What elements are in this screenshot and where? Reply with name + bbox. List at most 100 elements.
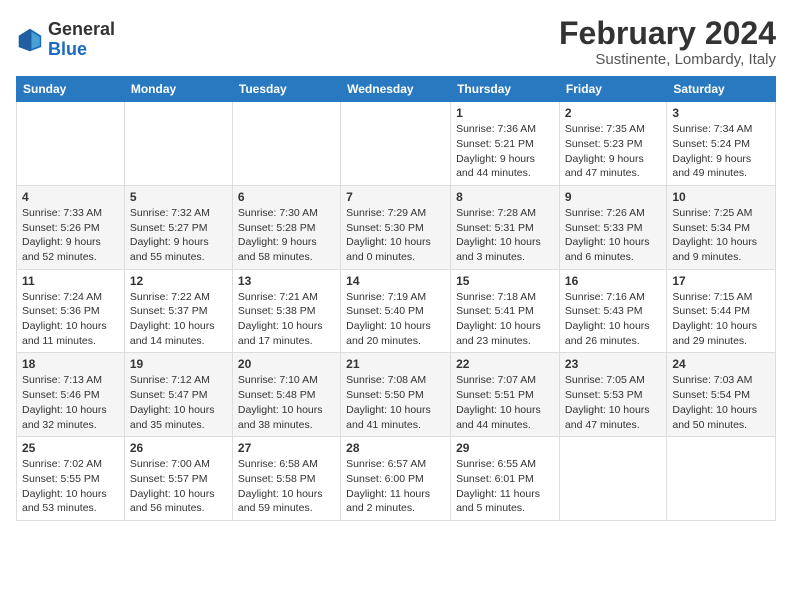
calendar-cell: 2Sunrise: 7:35 AMSunset: 5:23 PMDaylight… [559, 102, 666, 186]
calendar-cell: 12Sunrise: 7:22 AMSunset: 5:37 PMDayligh… [124, 269, 232, 353]
calendar-cell: 22 Sunrise: 7:07 AMSunset: 5:51 PMDayligh… [451, 353, 560, 437]
week-row-3: 11 Sunrise: 7:24 AMSunset: 5:36 PMDayligh… [17, 269, 776, 353]
day-number: 23 [565, 357, 661, 371]
day-number: 7 [346, 190, 445, 204]
day-number: 10 [672, 190, 770, 204]
day-info: Sunrise: 7:30 AMSunset: 5:28 PMDaylight:… [238, 206, 335, 265]
calendar-cell: 14 Sunrise: 7:19 AMSunset: 5:40 PMDayligh… [341, 269, 451, 353]
calendar-cell: 9Sunrise: 7:26 AMSunset: 5:33 PMDaylight… [559, 185, 666, 269]
week-row-5: 25 Sunrise: 7:02 AMSunset: 5:55 PMDayligh… [17, 437, 776, 521]
col-header-saturday: Saturday [667, 77, 776, 102]
day-info: Sunrise: 7:28 AMSunset: 5:31 PMDaylight:… [456, 206, 554, 265]
week-row-4: 18Sunrise: 7:13 AMSunset: 5:46 PMDayligh… [17, 353, 776, 437]
day-number: 29 [456, 441, 554, 455]
col-header-monday: Monday [124, 77, 232, 102]
day-info: Sunrise: 7:25 AMSunset: 5:34 PMDaylight:… [672, 206, 770, 265]
day-number: 15 [456, 274, 554, 288]
day-info: Sunrise: 7:00 AMSunset: 5:57 PMDaylight:… [130, 457, 227, 516]
day-info: Sunrise: 7:16 AMSunset: 5:43 PMDaylight:… [565, 290, 661, 349]
calendar-cell [124, 102, 232, 186]
day-number: 1 [456, 106, 554, 120]
day-info: Sunrise: 7:32 AMSunset: 5:27 PMDaylight:… [130, 206, 227, 265]
day-number: 27 [238, 441, 335, 455]
day-info: Sunrise: 7:35 AMSunset: 5:23 PMDaylight:… [565, 122, 661, 181]
calendar-cell: 13 Sunrise: 7:21 AMSunset: 5:38 PMDayligh… [232, 269, 340, 353]
day-info: Sunrise: 6:58 AMSunset: 5:58 PMDaylight:… [238, 457, 335, 516]
calendar-cell [667, 437, 776, 521]
day-number: 17 [672, 274, 770, 288]
day-info: Sunrise: 7:15 AMSunset: 5:44 PMDaylight:… [672, 290, 770, 349]
week-row-1: 1 Sunrise: 7:36 AMSunset: 5:21 PMDaylight… [17, 102, 776, 186]
day-number: 24 [672, 357, 770, 371]
calendar-table: SundayMondayTuesdayWednesdayThursdayFrid… [16, 76, 776, 521]
logo-text: General Blue [48, 20, 115, 60]
day-number: 26 [130, 441, 227, 455]
calendar-cell [232, 102, 340, 186]
calendar-cell: 15 Sunrise: 7:18 AMSunset: 5:41 PMDayligh… [451, 269, 560, 353]
calendar-cell: 27 Sunrise: 6:58 AMSunset: 5:58 PMDayligh… [232, 437, 340, 521]
calendar-cell [17, 102, 125, 186]
col-header-tuesday: Tuesday [232, 77, 340, 102]
day-info: Sunrise: 7:12 AMSunset: 5:47 PMDaylight:… [130, 373, 227, 432]
day-number: 5 [130, 190, 227, 204]
day-info: Sunrise: 7:26 AMSunset: 5:33 PMDaylight:… [565, 206, 661, 265]
col-header-thursday: Thursday [451, 77, 560, 102]
logo: General Blue [16, 20, 115, 60]
calendar-cell [559, 437, 666, 521]
day-info: Sunrise: 7:34 AMSunset: 5:24 PMDaylight:… [672, 122, 770, 181]
col-header-sunday: Sunday [17, 77, 125, 102]
calendar-cell: 1 Sunrise: 7:36 AMSunset: 5:21 PMDaylight… [451, 102, 560, 186]
header: General Blue February 2024 Sustinente, L… [16, 16, 776, 68]
day-info: Sunrise: 7:21 AMSunset: 5:38 PMDaylight:… [238, 290, 335, 349]
col-header-wednesday: Wednesday [341, 77, 451, 102]
day-number: 14 [346, 274, 445, 288]
calendar-cell: 20Sunrise: 7:10 AMSunset: 5:48 PMDayligh… [232, 353, 340, 437]
day-info: Sunrise: 7:18 AMSunset: 5:41 PMDaylight:… [456, 290, 554, 349]
day-info: Sunrise: 6:57 AMSunset: 6:00 PMDaylight:… [346, 457, 445, 516]
calendar-cell: 5 Sunrise: 7:32 AMSunset: 5:27 PMDaylight… [124, 185, 232, 269]
day-number: 6 [238, 190, 335, 204]
day-info: Sunrise: 7:10 AMSunset: 5:48 PMDaylight:… [238, 373, 335, 432]
day-number: 3 [672, 106, 770, 120]
day-info: Sunrise: 7:07 AMSunset: 5:51 PMDaylight:… [456, 373, 554, 432]
day-number: 28 [346, 441, 445, 455]
calendar-cell: 24 Sunrise: 7:03 AMSunset: 5:54 PMDayligh… [667, 353, 776, 437]
calendar-cell: 4 Sunrise: 7:33 AMSunset: 5:26 PMDaylight… [17, 185, 125, 269]
day-info: Sunrise: 6:55 AMSunset: 6:01 PMDaylight:… [456, 457, 554, 516]
day-info: Sunrise: 7:08 AMSunset: 5:50 PMDaylight:… [346, 373, 445, 432]
day-info: Sunrise: 7:19 AMSunset: 5:40 PMDaylight:… [346, 290, 445, 349]
calendar-cell: 16Sunrise: 7:16 AMSunset: 5:43 PMDayligh… [559, 269, 666, 353]
day-info: Sunrise: 7:24 AMSunset: 5:36 PMDaylight:… [22, 290, 119, 349]
day-number: 13 [238, 274, 335, 288]
day-number: 25 [22, 441, 119, 455]
calendar-cell: 26 Sunrise: 7:00 AMSunset: 5:57 PMDayligh… [124, 437, 232, 521]
calendar-cell: 25 Sunrise: 7:02 AMSunset: 5:55 PMDayligh… [17, 437, 125, 521]
day-number: 11 [22, 274, 119, 288]
calendar-cell [341, 102, 451, 186]
calendar-cell: 29 Sunrise: 6:55 AMSunset: 6:01 PMDayligh… [451, 437, 560, 521]
day-number: 4 [22, 190, 119, 204]
day-info: Sunrise: 7:03 AMSunset: 5:54 PMDaylight:… [672, 373, 770, 432]
calendar-title: February 2024 [559, 16, 776, 51]
calendar-cell: 19Sunrise: 7:12 AMSunset: 5:47 PMDayligh… [124, 353, 232, 437]
calendar-cell: 7Sunrise: 7:29 AMSunset: 5:30 PMDaylight… [341, 185, 451, 269]
day-number: 21 [346, 357, 445, 371]
calendar-cell: 8 Sunrise: 7:28 AMSunset: 5:31 PMDaylight… [451, 185, 560, 269]
calendar-cell: 6 Sunrise: 7:30 AMSunset: 5:28 PMDaylight… [232, 185, 340, 269]
calendar-cell: 28 Sunrise: 6:57 AMSunset: 6:00 PMDayligh… [341, 437, 451, 521]
day-info: Sunrise: 7:02 AMSunset: 5:55 PMDaylight:… [22, 457, 119, 516]
day-number: 8 [456, 190, 554, 204]
day-info: Sunrise: 7:33 AMSunset: 5:26 PMDaylight:… [22, 206, 119, 265]
logo-icon [16, 26, 44, 54]
day-number: 18 [22, 357, 119, 371]
day-info: Sunrise: 7:22 AMSunset: 5:37 PMDaylight:… [130, 290, 227, 349]
col-header-friday: Friday [559, 77, 666, 102]
calendar-cell: 10 Sunrise: 7:25 AMSunset: 5:34 PMDayligh… [667, 185, 776, 269]
day-info: Sunrise: 7:36 AMSunset: 5:21 PMDaylight:… [456, 122, 554, 181]
calendar-cell: 21 Sunrise: 7:08 AMSunset: 5:50 PMDayligh… [341, 353, 451, 437]
day-info: Sunrise: 7:05 AMSunset: 5:53 PMDaylight:… [565, 373, 661, 432]
day-number: 22 [456, 357, 554, 371]
week-row-2: 4 Sunrise: 7:33 AMSunset: 5:26 PMDaylight… [17, 185, 776, 269]
calendar-cell: 17 Sunrise: 7:15 AMSunset: 5:44 PMDayligh… [667, 269, 776, 353]
title-area: February 2024 Sustinente, Lombardy, Ital… [559, 16, 776, 68]
